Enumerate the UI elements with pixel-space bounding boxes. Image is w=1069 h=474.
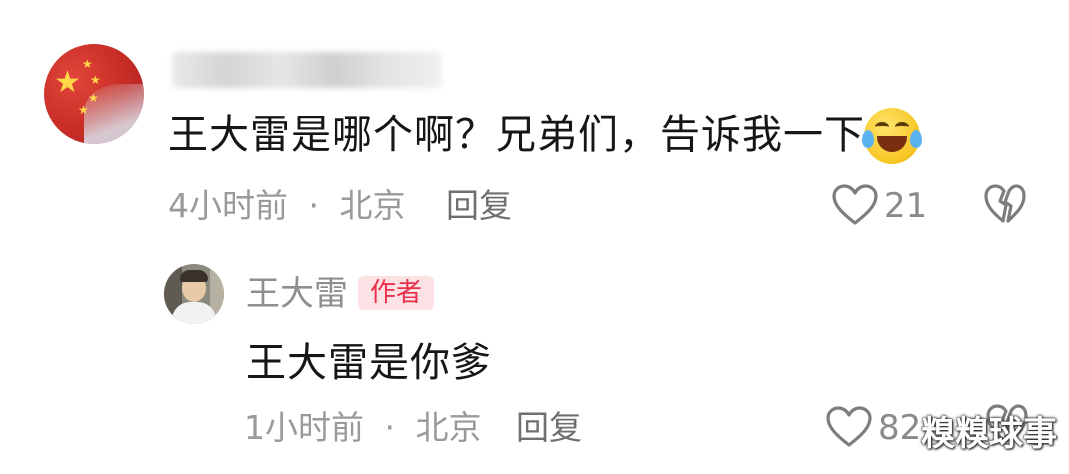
reply-meta: 1小时前 · 北京 [244,408,482,448]
commenter-name-blurred[interactable] [172,52,442,88]
reply-reply-button[interactable]: 回复 [516,408,582,448]
meta-separator: · [308,186,320,225]
flag-star-icon: ★ [88,91,99,105]
comment-heart-icon[interactable] [832,184,878,226]
flag-star-icon: ★ [54,65,81,100]
laughing-crying-emoji-icon [862,108,922,164]
author-avatar[interactable] [164,264,224,324]
reply-time: 1小时前 [244,408,364,447]
meta-separator: · [384,408,396,447]
flag-star-icon: ★ [78,103,89,117]
flag-star-icon: ★ [90,73,101,87]
comment-location: 北京 [339,186,406,225]
comment-meta: 4小时前 · 北京 [168,186,406,226]
dislike-broken-heart-icon[interactable] [984,184,1026,224]
comment-text: 王大雷是哪个啊？兄弟们，告诉我一下 [168,112,865,158]
reply-like-count: 82 [878,408,922,448]
reply-text: 王大雷是你爹 [246,340,492,386]
watermark: 糗糗球事 [921,414,1057,454]
flag-star-icon: ★ [82,57,93,71]
comment-like-count: 21 [884,186,928,226]
reply-heart-icon[interactable] [826,406,872,448]
reply-location: 北京 [415,408,482,447]
reply-author-name[interactable]: 王大雷 [246,274,348,314]
comment-time: 4小时前 [168,186,288,225]
comment-reply-button[interactable]: 回复 [446,186,512,226]
author-badge: 作者 [358,276,435,310]
commenter-avatar[interactable]: ★ ★ ★ ★ ★ [44,44,144,144]
